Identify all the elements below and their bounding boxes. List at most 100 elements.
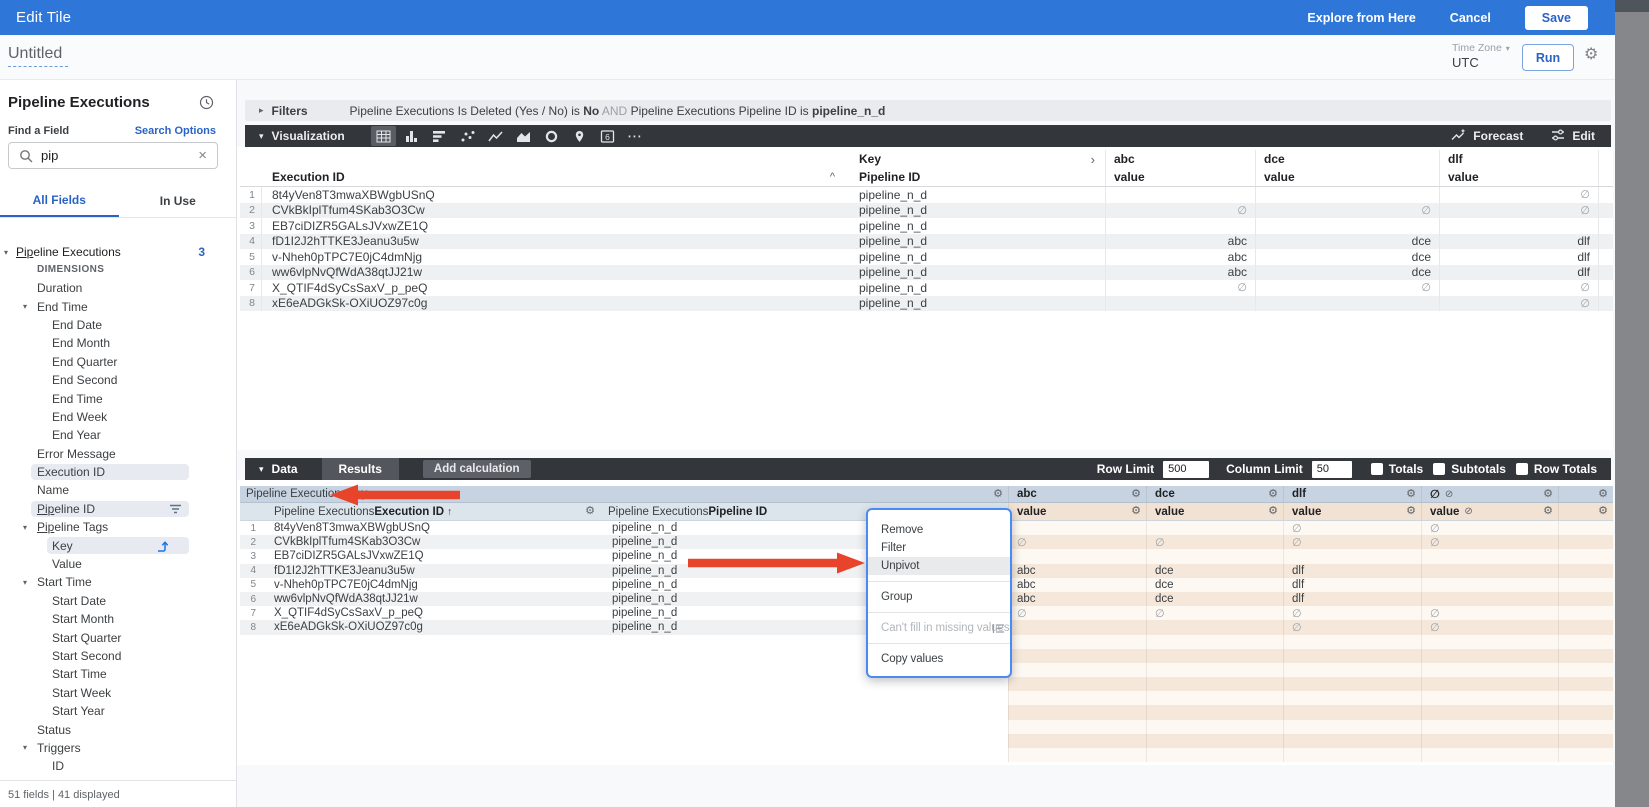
sidebar-field-start-week[interactable]: Start Week bbox=[0, 684, 236, 702]
cell-pivot-value[interactable]: dce bbox=[1255, 249, 1439, 265]
cell-pipeline-id[interactable]: pipeline_n_d bbox=[851, 203, 1105, 219]
gear-icon[interactable]: ⚙ bbox=[1406, 506, 1421, 517]
tile-title-input[interactable]: Untitled bbox=[8, 45, 68, 67]
cell-execution-id[interactable]: X_QTIF4dSyCsSaxV_p_peQ bbox=[262, 280, 851, 296]
cell-pivot-value[interactable]: dce bbox=[1255, 265, 1439, 281]
cell-pipeline-id[interactable]: pipeline_n_d bbox=[851, 265, 1105, 281]
results-pivot-header-dce[interactable]: dce⚙ bbox=[1146, 486, 1283, 502]
cell-pivot-value[interactable]: abc bbox=[1105, 249, 1255, 265]
cell-pivot-value[interactable] bbox=[1146, 620, 1283, 634]
cell-pivot-value[interactable] bbox=[1105, 218, 1255, 234]
cell-pivot-value[interactable] bbox=[1421, 578, 1558, 592]
cell-execution-id[interactable]: xE6eADGkSk-OXiUOZ97c0g bbox=[262, 620, 600, 634]
viz-column-header-execution-id[interactable]: Execution ID^ bbox=[262, 168, 851, 186]
viz-value-header-abc[interactable]: value bbox=[1105, 168, 1255, 186]
cell-pivot-value[interactable]: ∅ bbox=[1421, 521, 1558, 535]
bar-viz-icon[interactable] bbox=[427, 126, 452, 146]
caret-down-icon[interactable]: ▾ bbox=[259, 464, 264, 475]
cell-pivot-value[interactable] bbox=[1255, 296, 1439, 312]
edit-viz-button[interactable]: Edit bbox=[1551, 129, 1595, 144]
checkbox-subtotals[interactable]: Subtotals bbox=[1433, 462, 1506, 476]
gear-icon[interactable]: ⚙ bbox=[1406, 489, 1421, 500]
cell-pivot-value[interactable]: dlf bbox=[1283, 592, 1421, 606]
cell-pivot-value[interactable] bbox=[1146, 549, 1283, 563]
cell-execution-id[interactable]: CVkBkIplTfum4SKab3O3Cw bbox=[262, 203, 851, 219]
cell-pivot-value[interactable]: abc bbox=[1105, 265, 1255, 281]
search-options-link[interactable]: Search Options bbox=[135, 125, 216, 137]
add-calculation-button[interactable]: Add calculation bbox=[423, 460, 531, 478]
caret-down-icon[interactable]: ▾ bbox=[4, 248, 8, 257]
cell-pivot-value[interactable]: ∅ bbox=[1421, 620, 1558, 634]
caret-down-icon[interactable]: ▾ bbox=[259, 131, 264, 142]
cell-pivot-value[interactable]: dce bbox=[1146, 564, 1283, 578]
cell-pivot-value[interactable]: abc bbox=[1008, 592, 1146, 606]
cell-execution-id[interactable]: xE6eADGkSk-OXiUOZ97c0g bbox=[262, 296, 851, 312]
checkbox-row-totals[interactable]: Row Totals bbox=[1516, 462, 1597, 476]
cell-execution-id[interactable]: EB7ciDIZR5GALsJVxwZE1Q bbox=[262, 549, 600, 563]
sidebar-group-pipeline-executions[interactable]: ▾ Pipeline Executions 3 bbox=[0, 243, 237, 261]
cell-pivot-value[interactable]: ∅ bbox=[1283, 521, 1421, 535]
sidebar-field-start-time[interactable]: ▾Start Time bbox=[0, 573, 236, 591]
data-label[interactable]: Data bbox=[272, 462, 298, 476]
results-value-header-abc[interactable]: value⚙ bbox=[1008, 503, 1146, 520]
caret-right-icon[interactable]: ▸ bbox=[259, 105, 264, 116]
menu-item-filter[interactable]: Filter bbox=[868, 539, 1010, 557]
cell-execution-id[interactable]: CVkBkIplTfum4SKab3O3Cw bbox=[262, 535, 600, 549]
cell-pipeline-id[interactable]: pipeline_n_d bbox=[851, 280, 1105, 296]
cell-pivot-value[interactable] bbox=[1421, 592, 1558, 606]
menu-item-remove[interactable]: Remove bbox=[868, 521, 1010, 539]
forecast-button[interactable]: Forecast bbox=[1451, 128, 1523, 144]
cell-pivot-value[interactable]: ∅ bbox=[1255, 280, 1439, 296]
sidebar-field-end-second[interactable]: End Second bbox=[0, 371, 236, 389]
cell-pivot-value[interactable]: ∅ bbox=[1439, 280, 1598, 296]
gear-icon[interactable]: ⚙ bbox=[1268, 506, 1283, 517]
gear-icon[interactable]: ⚙ bbox=[1131, 506, 1146, 517]
time-zone-selector[interactable]: Time Zone▾ bbox=[1452, 42, 1510, 54]
cell-pipeline-id[interactable]: pipeline_n_d bbox=[851, 234, 1105, 250]
sidebar-field-status[interactable]: Status bbox=[0, 720, 236, 738]
tab-in-use[interactable]: In Use bbox=[119, 184, 238, 217]
cell-pivot-value[interactable] bbox=[1255, 218, 1439, 234]
cell-execution-id[interactable]: fD1I2J2hTTKE3Jeanu3u5w bbox=[262, 564, 600, 578]
gear-icon[interactable]: ⚙ bbox=[1131, 489, 1146, 500]
viz-column-header-pipeline-id[interactable]: Pipeline ID bbox=[851, 168, 1105, 186]
cell-pivot-value[interactable]: dce bbox=[1255, 234, 1439, 250]
cell-execution-id[interactable]: 8t4yVen8T3mwaXBWgbUSnQ bbox=[262, 521, 600, 535]
gear-icon[interactable]: ⚙ bbox=[1268, 489, 1283, 500]
field-search-input[interactable] bbox=[41, 148, 198, 163]
cell-pivot-value[interactable]: ∅ bbox=[1255, 203, 1439, 219]
tab-results[interactable]: Results bbox=[322, 458, 399, 480]
gear-icon[interactable]: ⚙ bbox=[585, 506, 600, 517]
cell-pivot-value[interactable]: dce bbox=[1146, 592, 1283, 606]
cell-pivot-value[interactable]: dlf bbox=[1283, 578, 1421, 592]
cell-pivot-value[interactable] bbox=[1105, 187, 1255, 203]
cell-pivot-value[interactable] bbox=[1421, 564, 1558, 578]
history-icon[interactable] bbox=[199, 95, 214, 115]
cancel-button[interactable]: Cancel bbox=[1450, 11, 1491, 25]
cell-execution-id[interactable]: ww6vlpNvQfWdA38qtJJ21w bbox=[262, 265, 851, 281]
sidebar-field-value[interactable]: Value bbox=[0, 555, 236, 573]
sidebar-field-end-date[interactable]: End Date bbox=[0, 316, 236, 334]
cell-pivot-value[interactable]: ∅ bbox=[1421, 535, 1558, 549]
cell-pivot-value[interactable] bbox=[1421, 549, 1558, 563]
save-button[interactable]: Save bbox=[1525, 6, 1588, 30]
cell-pivot-value[interactable] bbox=[1008, 521, 1146, 535]
more-viz-icon[interactable]: ⋯ bbox=[623, 126, 648, 146]
line-viz-icon[interactable] bbox=[483, 126, 508, 146]
sidebar-field-end-week[interactable]: End Week bbox=[0, 408, 236, 426]
sidebar-field-start-date[interactable]: Start Date bbox=[0, 592, 236, 610]
cell-pivot-value[interactable]: ∅ bbox=[1105, 280, 1255, 296]
column-viz-icon[interactable] bbox=[399, 126, 424, 146]
menu-item-group[interactable]: Group bbox=[868, 588, 1010, 606]
cell-pivot-value[interactable]: ∅ bbox=[1146, 535, 1283, 549]
sidebar-field-execution-id[interactable]: Execution ID bbox=[0, 463, 236, 481]
cell-pipeline-id[interactable]: pipeline_n_d bbox=[851, 187, 1105, 203]
results-value-header-dlf[interactable]: value⚙ bbox=[1283, 503, 1421, 520]
cell-pivot-value[interactable]: abc bbox=[1105, 234, 1255, 250]
menu-item-copy-values[interactable]: Copy values bbox=[868, 650, 1010, 668]
sidebar-field-name[interactable]: Name bbox=[0, 481, 236, 499]
scatter-viz-icon[interactable] bbox=[455, 126, 480, 146]
sidebar-field-end-quarter[interactable]: End Quarter bbox=[0, 353, 236, 371]
cell-execution-id[interactable]: v-Nheh0pTPC7E0jC4dmNjg bbox=[262, 578, 600, 592]
viz-pivot-column-header-dlf[interactable]: dlf bbox=[1439, 150, 1598, 168]
